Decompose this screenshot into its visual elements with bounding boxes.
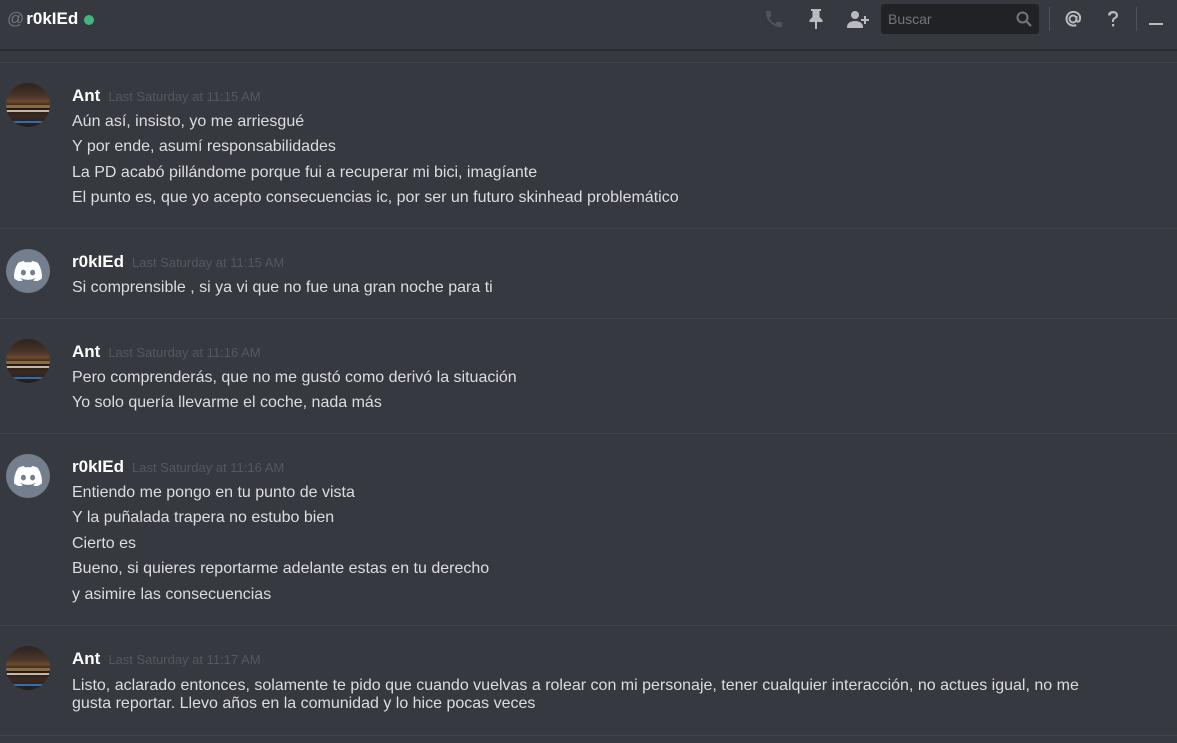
message-text: Listo, aclarado entonces, solamente te p…: [72, 677, 1079, 694]
search-icon: [1015, 10, 1033, 28]
mention-icon[interactable]: [1060, 6, 1086, 32]
pin-icon[interactable]: [803, 6, 829, 32]
message-text: Entiendo me pongo en tu punto de vista: [72, 484, 355, 501]
avatar[interactable]: [6, 249, 50, 293]
help-icon[interactable]: [1100, 6, 1126, 32]
channel-name[interactable]: r0kIEd: [26, 9, 78, 29]
toolbar-divider-2: [1136, 7, 1137, 31]
message-text: Si comprensible , si ya vi que no fue un…: [72, 279, 493, 296]
message-text: gusta reportar. Llevo años en la comunid…: [72, 695, 536, 712]
search-input[interactable]: [888, 11, 1008, 27]
message-text: y asimire las consecuencias: [72, 586, 272, 603]
message-header: r0kIEd Last Saturday at 11:16 AM: [72, 457, 284, 477]
message-author[interactable]: Ant: [72, 342, 100, 362]
message-text: Y la puñalada trapera no estubo bien: [72, 509, 335, 526]
discord-logo-icon: [14, 261, 42, 281]
avatar[interactable]: [6, 83, 50, 127]
avatar[interactable]: [6, 454, 50, 498]
message-text: Aún así, insisto, yo me arriesgué: [72, 113, 305, 130]
message-author[interactable]: r0kIEd: [72, 457, 124, 477]
toolbar-divider: [1049, 7, 1050, 31]
phone-icon[interactable]: [761, 6, 787, 32]
message-header: Ant Last Saturday at 11:16 AM: [72, 342, 261, 362]
discord-logo-icon: [14, 466, 42, 486]
message-author[interactable]: Ant: [72, 649, 100, 669]
avatar[interactable]: [6, 646, 50, 690]
message-divider: [0, 625, 1177, 626]
channel-header: @ r0kIEd: [0, 0, 1177, 50]
message-header: Ant Last Saturday at 11:15 AM: [72, 86, 261, 106]
message-text: El punto es, que yo acepto consecuencias…: [72, 189, 679, 206]
channel-title: @ r0kIEd: [7, 8, 95, 30]
message-text: Yo solo quería llevarme el coche, nada m…: [72, 394, 382, 411]
message-divider: [0, 228, 1177, 229]
message-timestamp: Last Saturday at 11:15 AM: [131, 255, 285, 270]
message-timestamp: Last Saturday at 11:15 AM: [108, 89, 261, 104]
header-toolbar: [761, 0, 1177, 38]
at-icon: @: [7, 9, 25, 28]
search-box[interactable]: [881, 4, 1039, 34]
message-divider: [0, 62, 1177, 63]
minimize-icon[interactable]: [1143, 6, 1169, 32]
message-timestamp: Last Saturday at 11:16 AM: [108, 345, 261, 360]
add-friend-icon[interactable]: [845, 6, 871, 32]
online-status-dot: [84, 14, 95, 25]
message-text: Bueno, si quieres reportarme adelante es…: [72, 560, 490, 577]
message-timestamp: Last Saturday at 11:16 AM: [131, 460, 285, 475]
message-divider: [0, 433, 1177, 434]
message-text: Pero comprenderás, que no me gustó como …: [72, 369, 517, 386]
message-text: La PD acabó pillándome porque fui a recu…: [72, 164, 538, 181]
message-divider: [0, 735, 1177, 736]
avatar[interactable]: [6, 339, 50, 383]
message-text: Cierto es: [72, 535, 137, 552]
message-author[interactable]: r0kIEd: [72, 252, 124, 272]
message-timestamp: Last Saturday at 11:17 AM: [108, 652, 261, 667]
message-divider: [0, 318, 1177, 319]
message-text: Y por ende, asumí responsabilidades: [72, 138, 336, 155]
message-header: r0kIEd Last Saturday at 11:15 AM: [72, 252, 284, 272]
message-header: Ant Last Saturday at 11:17 AM: [72, 649, 261, 669]
message-author[interactable]: Ant: [72, 86, 100, 106]
